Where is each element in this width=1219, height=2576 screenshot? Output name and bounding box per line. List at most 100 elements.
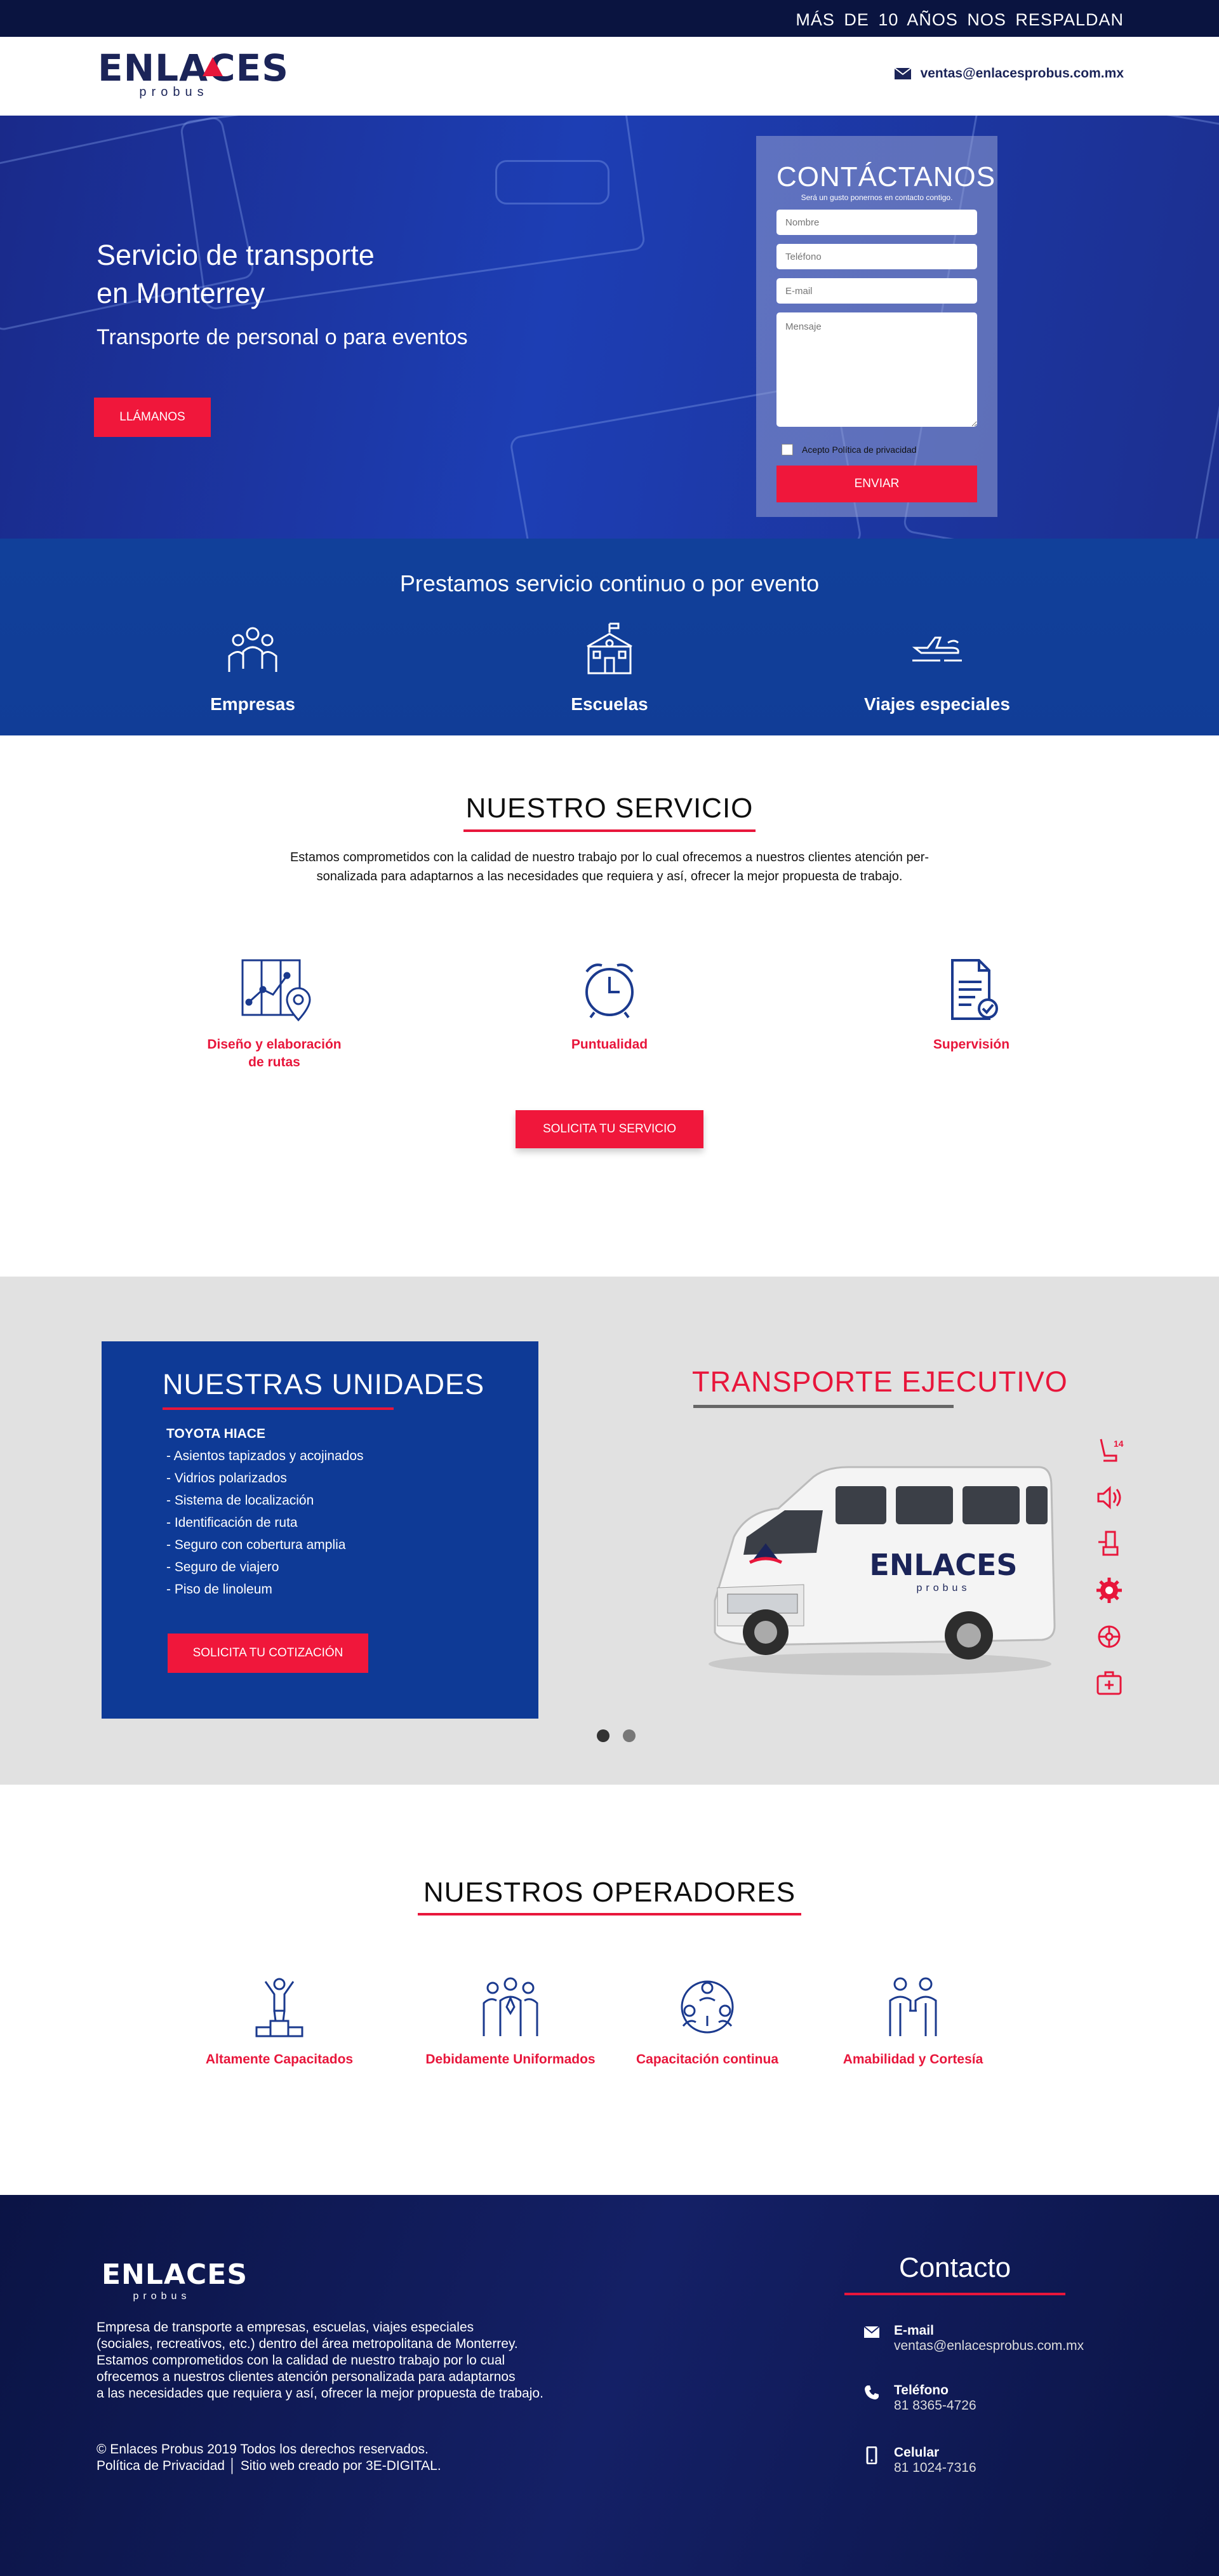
call-button[interactable]: LLÁMANOS <box>94 398 211 437</box>
seat-icon: 14 <box>1100 1439 1124 1462</box>
contact-label: E-mail <box>894 2323 935 2338</box>
quote-button[interactable]: SOLICITA TU COTIZACIÓN <box>168 1633 368 1673</box>
footer-contact-email[interactable]: E-mail ventas@enlacesprobus.com.mx <box>863 2323 1084 2354</box>
hero-title-line2: en Monterrey <box>97 277 265 309</box>
contact-form: CONTÁCTANOS Será un gusto ponernos en co… <box>756 136 997 517</box>
feature-label: Supervisión <box>933 1037 1010 1052</box>
service-item-escuelas: Escuelas <box>514 621 705 714</box>
van-brand: ENLACES <box>869 1548 1017 1582</box>
footer-contact-phone[interactable]: Teléfono 81 8365-4726 <box>863 2383 976 2413</box>
service-item-label: Empresas <box>210 694 295 714</box>
paragraph-line2: sonalizada para adaptarnos a las necesid… <box>316 869 903 883</box>
seat-count: 14 <box>1114 1439 1124 1449</box>
header-email-text: ventas@enlacesprobus.com.mx <box>920 66 1124 81</box>
spec-item: - Sistema de localización <box>166 1493 314 1508</box>
footer-desc-line: (sociales, recreativos, etc.) dentro del… <box>97 2337 518 2351</box>
service-item-empresas: Empresas <box>157 621 348 714</box>
spec-item: - Seguro con cobertura amplia <box>166 1538 346 1552</box>
contact-value: 81 1024-7316 <box>894 2460 976 2475</box>
contact-value: 81 8365-4726 <box>894 2398 976 2413</box>
footer-copyright-block: © Enlaces Probus 2019 Todos los derechos… <box>97 2441 441 2474</box>
message-textarea[interactable] <box>776 312 977 427</box>
spec-item: - Identificación de ruta <box>166 1515 298 1530</box>
phone-input[interactable] <box>776 244 977 269</box>
route-map-icon <box>241 959 311 1022</box>
alarm-clock-icon <box>585 963 634 1019</box>
header-email[interactable]: ventas@enlacesprobus.com.mx <box>893 66 1124 81</box>
gear-icon <box>1096 1578 1122 1603</box>
checklist-document-icon <box>951 959 998 1020</box>
footer-contact-title: Contacto <box>898 2252 1011 2283</box>
send-button[interactable]: ENVIAR <box>776 466 977 502</box>
service-item-label: Escuelas <box>571 694 648 714</box>
spec-item: - Vidrios polarizados <box>166 1471 287 1486</box>
hero-bg-shape <box>495 160 610 205</box>
handshake-people-icon <box>889 1977 937 2036</box>
footer-links[interactable]: Política de Privacidad │ Sitio web cread… <box>97 2458 441 2474</box>
service-item-viajes: Viajes especiales <box>842 621 1032 714</box>
operadores-underline <box>418 1913 801 1915</box>
footer-contact-mobile[interactable]: Celular 81 1024-7316 <box>863 2445 976 2476</box>
van-sub: probus <box>917 1583 971 1593</box>
name-input[interactable] <box>776 210 977 235</box>
operador-label: Amabilidad y Cortesía <box>843 2052 983 2067</box>
footer-desc-line: Estamos comprometidos con la calidad de … <box>97 2353 505 2368</box>
unidades-title: NUESTRAS UNIDADES <box>163 1368 485 1400</box>
footer-desc-line: Empresa de transporte a empresas, escuel… <box>97 2320 474 2335</box>
brand-logo[interactable]: ENLACES probus <box>98 48 288 105</box>
hero: Servicio de transporte en Monterrey Tran… <box>0 116 1219 539</box>
footer-description: Empresa de transporte a empresas, escuel… <box>97 2319 579 2402</box>
operador-label: Debidamente Uniformados <box>425 2052 596 2067</box>
feature-label-line1: Diseño y elaboración <box>207 1037 342 1052</box>
mobile-icon <box>866 2446 877 2464</box>
form-subtitle: Será un gusto ponernos en contacto conti… <box>801 193 953 202</box>
unidades-underline <box>163 1407 394 1410</box>
top-bar: MÁS DE 10 AÑOS NOS RESPALDAN <box>0 0 1219 37</box>
email-input[interactable] <box>776 278 977 304</box>
unidades-box: NUESTRAS UNIDADES TOYOTA HIACE - Asiento… <box>102 1341 538 1719</box>
carousel-dot-2[interactable] <box>623 1729 636 1742</box>
envelope-icon <box>863 2326 880 2338</box>
carousel-dot-1[interactable] <box>597 1729 610 1742</box>
operador-label: Capacitación continua <box>636 2052 779 2067</box>
spec-item: - Piso de linoleum <box>166 1582 272 1597</box>
nuestro-servicio-title: NUESTRO SERVICIO <box>465 793 754 824</box>
unidades-specs: TOYOTA HIACE - Asientos tapizados y acoj… <box>166 1423 364 1600</box>
footer: ENLACES probus Empresa de transporte a e… <box>0 2195 1219 2576</box>
logo-triangle-icon <box>203 57 223 76</box>
operador-item: Amabilidad y Cortesía <box>818 1975 1008 2067</box>
usb-icon <box>1098 1531 1119 1556</box>
feature-label: Puntualidad <box>571 1037 648 1052</box>
school-icon <box>587 622 632 674</box>
hero-title: Servicio de transporte en Monterrey <box>97 236 477 312</box>
exec-underline <box>693 1405 954 1408</box>
footer-logo[interactable]: ENLACES probus <box>102 2258 248 2302</box>
ac-icon <box>1098 1625 1121 1648</box>
contact-label: Celular <box>894 2445 940 2460</box>
van-image: ENLACES probus <box>709 1466 1056 1675</box>
header: ENLACES probus ventas@enlacesprobus.com.… <box>0 37 1219 116</box>
feature-label-line2: de rutas <box>248 1055 300 1070</box>
privacy-checkbox-row[interactable]: Acepto Política de privacidad <box>782 444 977 455</box>
paragraph-line1: Estamos comprometidos con la calidad de … <box>290 850 929 864</box>
operadores-title: NUESTROS OPERADORES <box>423 1877 796 1908</box>
footer-desc-line: ofrecemos a nuestros clientes atención p… <box>97 2370 516 2384</box>
nuestro-servicio-paragraph: Estamos comprometidos con la calidad de … <box>165 848 1054 886</box>
top-bar-text: MÁS DE 10 AÑOS NOS RESPALDAN <box>796 10 1124 29</box>
operador-label: Altamente Capacitados <box>205 2052 354 2067</box>
footer-logo-name: ENLACES <box>102 2258 248 2291</box>
training-circle-icon <box>681 1980 734 2034</box>
feature-rutas: Diseño y elaboración de rutas <box>179 958 370 1071</box>
services-band-title: Prestamos servicio continuo o por evento <box>399 570 820 596</box>
contact-label: Teléfono <box>894 2383 949 2398</box>
privacy-label: Acepto Política de privacidad <box>802 445 917 455</box>
privacy-checkbox[interactable] <box>782 444 793 455</box>
hero-subtitle: Transporte de personal o para eventos <box>97 325 468 349</box>
speaker-icon <box>1097 1486 1121 1510</box>
operador-item: Capacitación continua <box>612 1975 803 2067</box>
people-group-icon <box>228 627 277 672</box>
spec-item: - Asientos tapizados y acojinados <box>166 1449 364 1463</box>
operador-item: Altamente Capacitados <box>184 1975 375 2067</box>
request-service-button[interactable]: SOLICITA TU SERVICIO <box>516 1110 703 1148</box>
spec-item: - Seguro de viajero <box>166 1560 279 1574</box>
